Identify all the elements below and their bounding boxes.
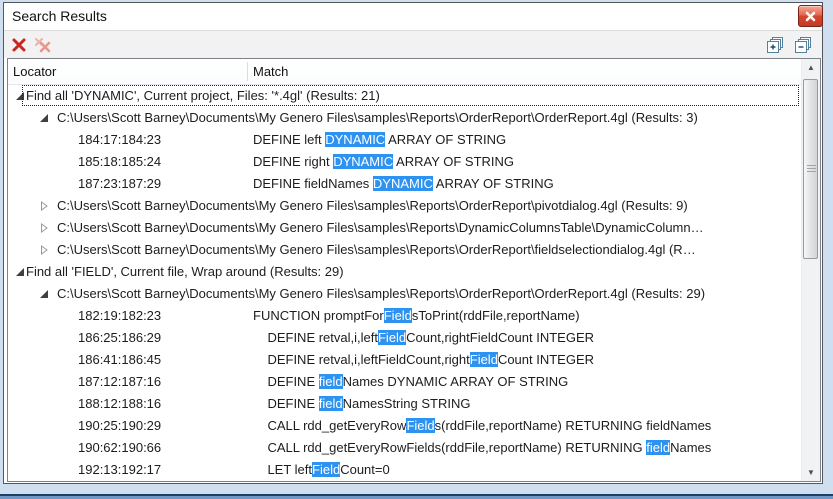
locator-cell: 190:25:190:29 bbox=[78, 415, 161, 437]
locator-cell: 190:62:190:66 bbox=[78, 437, 161, 459]
tree-row[interactable]: 185:18:185:24 DEFINE right DYNAMIC ARRAY … bbox=[8, 151, 801, 173]
tree-row[interactable]: Find all 'FIELD', Current file, Wrap aro… bbox=[8, 261, 801, 283]
match-cell: CALL rdd_getEveryRowFields(rddFile,repor… bbox=[253, 437, 711, 459]
toolbar bbox=[4, 30, 822, 58]
collapse-all-button[interactable] bbox=[793, 35, 813, 55]
row-label: C:\Users\Scott Barney\Documents\My Gener… bbox=[57, 239, 696, 261]
column-header-locator[interactable]: Locator bbox=[13, 59, 56, 84]
tree-row[interactable]: 187:12:187:16 DEFINE fieldNames DYNAMIC … bbox=[8, 371, 801, 393]
tree-row[interactable]: 192:13:192:17 LET leftFieldCount=0 bbox=[8, 459, 801, 481]
locator-cell: 182:19:182:23 bbox=[78, 305, 161, 327]
double-red-x-icon bbox=[33, 37, 53, 53]
match-highlight: field bbox=[319, 374, 343, 389]
match-highlight: DYNAMIC bbox=[373, 176, 433, 191]
match-highlight: DYNAMIC bbox=[325, 132, 385, 147]
search-results-tree: Locator Match Find all 'DYNAMIC', Curren… bbox=[7, 58, 821, 482]
row-label: C:\Users\Scott Barney\Documents\My Gener… bbox=[57, 283, 705, 305]
collapse-all-icon bbox=[795, 37, 811, 53]
tree-row[interactable]: 186:41:186:45 DEFINE retval,i,leftFieldC… bbox=[8, 349, 801, 371]
tree-row[interactable]: 184:17:184:23 DEFINE left DYNAMIC ARRAY O… bbox=[8, 129, 801, 151]
expand-arrow-icon[interactable] bbox=[39, 201, 49, 211]
scroll-down-button[interactable]: ▼ bbox=[802, 464, 820, 481]
locator-cell: 187:23:187:29 bbox=[78, 173, 161, 195]
thumb-grip-icon bbox=[807, 165, 816, 173]
search-results-panel: Search Results bbox=[3, 2, 823, 484]
remove-search-button[interactable] bbox=[9, 35, 29, 55]
tree-row[interactable]: 182:19:182:23 FUNCTION promptForFieldsToP… bbox=[8, 305, 801, 327]
expand-arrow-icon[interactable] bbox=[39, 245, 49, 255]
collapse-arrow-icon[interactable] bbox=[15, 267, 25, 277]
arrow-down-icon: ▼ bbox=[807, 468, 815, 477]
column-resize-handle[interactable] bbox=[247, 62, 248, 81]
expand-all-button[interactable] bbox=[765, 35, 785, 55]
tree-header: Locator Match bbox=[8, 59, 820, 85]
locator-cell: 184:17:184:23 bbox=[78, 129, 161, 151]
locator-cell: 186:41:186:45 bbox=[78, 349, 161, 371]
tree-row[interactable]: 190:62:190:66 CALL rdd_getEveryRowFields… bbox=[8, 437, 801, 459]
row-label: Find all 'DYNAMIC', Current project, Fil… bbox=[22, 85, 799, 106]
locator-cell: 186:25:186:29 bbox=[78, 327, 161, 349]
remove-all-searches-button[interactable] bbox=[33, 35, 53, 55]
rows: Find all 'DYNAMIC', Current project, Fil… bbox=[8, 85, 801, 481]
row-label: Find all 'FIELD', Current file, Wrap aro… bbox=[26, 261, 344, 283]
match-highlight: field bbox=[646, 440, 670, 455]
scrollbar-thumb[interactable] bbox=[803, 79, 818, 259]
match-highlight: DYNAMIC bbox=[333, 154, 393, 169]
match-cell: DEFINE fieldNames DYNAMIC ARRAY OF STRIN… bbox=[253, 173, 554, 195]
row-label: C:\Users\Scott Barney\Documents\My Gener… bbox=[57, 195, 688, 217]
tree-row[interactable]: Find all 'DYNAMIC', Current project, Fil… bbox=[8, 85, 801, 107]
match-highlight: Field bbox=[312, 462, 340, 477]
close-button[interactable] bbox=[798, 5, 823, 27]
locator-cell: 185:18:185:24 bbox=[78, 151, 161, 173]
match-cell: DEFINE retval,i,leftFieldCount,rightFiel… bbox=[253, 327, 594, 349]
tree-row[interactable]: C:\Users\Scott Barney\Documents\My Gener… bbox=[8, 195, 801, 217]
match-cell: DEFINE left DYNAMIC ARRAY OF STRING bbox=[253, 129, 506, 151]
tree-row[interactable]: 187:23:187:29 DEFINE fieldNames DYNAMIC A… bbox=[8, 173, 801, 195]
match-highlight: Field bbox=[378, 330, 406, 345]
tree-row[interactable]: C:\Users\Scott Barney\Documents\My Gener… bbox=[8, 217, 801, 239]
tree-row[interactable]: 188:12:188:16 DEFINE fieldNamesString ST… bbox=[8, 393, 801, 415]
tree-row[interactable]: 190:25:190:29 CALL rdd_getEveryRowFields… bbox=[8, 415, 801, 437]
locator-cell: 188:12:188:16 bbox=[78, 393, 161, 415]
window-title: Search Results bbox=[12, 3, 107, 30]
match-cell: LET leftFieldCount=0 bbox=[253, 459, 390, 481]
column-header-match[interactable]: Match bbox=[253, 59, 288, 84]
tree-row[interactable]: C:\Users\Scott Barney\Documents\My Gener… bbox=[8, 239, 801, 261]
collapse-arrow-icon[interactable] bbox=[39, 113, 49, 123]
close-icon bbox=[805, 11, 816, 22]
red-x-icon bbox=[11, 37, 27, 53]
match-cell: DEFINE fieldNamesString STRING bbox=[253, 393, 470, 415]
tree-row[interactable]: 186:25:186:29 DEFINE retval,i,leftFieldC… bbox=[8, 327, 801, 349]
match-highlight: field bbox=[319, 396, 343, 411]
match-highlight: Field bbox=[470, 352, 498, 367]
arrow-up-icon: ▲ bbox=[807, 63, 815, 72]
expand-all-icon bbox=[767, 37, 783, 53]
collapse-arrow-icon[interactable] bbox=[39, 289, 49, 299]
title-bar[interactable]: Search Results bbox=[4, 3, 822, 30]
locator-cell: 192:13:192:17 bbox=[78, 459, 161, 481]
row-label: C:\Users\Scott Barney\Documents\My Gener… bbox=[57, 107, 698, 129]
tree-row[interactable]: C:\Users\Scott Barney\Documents\My Gener… bbox=[8, 283, 801, 305]
vertical-scrollbar[interactable]: ▲ ▼ bbox=[801, 59, 820, 481]
row-label: C:\Users\Scott Barney\Documents\My Gener… bbox=[57, 217, 704, 239]
locator-cell: 187:12:187:16 bbox=[78, 371, 161, 393]
match-cell: DEFINE right DYNAMIC ARRAY OF STRING bbox=[253, 151, 514, 173]
expand-arrow-icon[interactable] bbox=[39, 223, 49, 233]
match-highlight: Field bbox=[406, 418, 434, 433]
match-cell: DEFINE fieldNames DYNAMIC ARRAY OF STRIN… bbox=[253, 371, 568, 393]
match-highlight: Field bbox=[384, 308, 412, 323]
match-cell: FUNCTION promptForFieldsToPrint(rddFile,… bbox=[253, 305, 580, 327]
match-cell: CALL rdd_getEveryRowFields(rddFile,repor… bbox=[253, 415, 711, 437]
scroll-up-button[interactable]: ▲ bbox=[802, 59, 820, 76]
match-cell: DEFINE retval,i,leftFieldCount,rightFiel… bbox=[253, 349, 594, 371]
tree-row[interactable]: C:\Users\Scott Barney\Documents\My Gener… bbox=[8, 107, 801, 129]
